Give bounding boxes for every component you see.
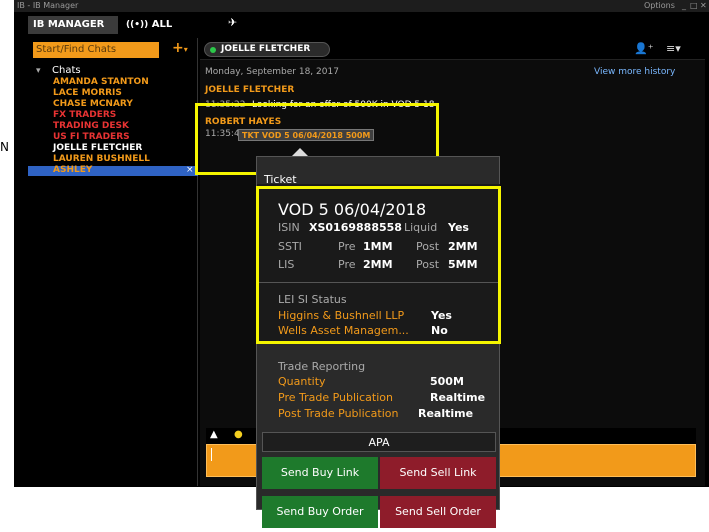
trade-reporting-header: Trade Reporting bbox=[278, 360, 366, 373]
apa-label: APA bbox=[262, 432, 496, 452]
bell-icon[interactable]: ▲ bbox=[210, 429, 218, 440]
options-menu[interactable]: Options bbox=[644, 0, 675, 12]
add-user-icon[interactable]: 👤⁺ bbox=[634, 42, 654, 55]
close-icon[interactable]: ✕ bbox=[700, 0, 707, 12]
message-sender: JOELLE FLETCHER bbox=[205, 85, 295, 95]
chats-group-label: Chats bbox=[52, 65, 81, 76]
text-cursor bbox=[211, 448, 212, 461]
minimize-icon[interactable]: _ bbox=[682, 0, 686, 12]
send-buy-order-button[interactable]: Send Buy Order bbox=[262, 496, 378, 528]
tab-bar bbox=[14, 12, 709, 34]
tr-label: Pre Trade Publication bbox=[278, 391, 393, 404]
send-sell-link-button[interactable]: Send Sell Link bbox=[380, 457, 496, 489]
tab-ib-manager[interactable]: IB MANAGER bbox=[28, 16, 118, 34]
maximize-icon[interactable]: □ bbox=[690, 0, 698, 12]
tr-value: Realtime bbox=[430, 391, 486, 404]
broadcast-icon: ((•)) bbox=[126, 20, 149, 30]
sidebar-chat-item[interactable]: LAUREN BUSHNELL bbox=[53, 154, 150, 164]
tr-label: Post Trade Publication bbox=[278, 407, 399, 420]
highlight-box-ticket bbox=[256, 186, 501, 344]
chevron-down-icon[interactable]: ▾ bbox=[36, 66, 41, 76]
view-history-link[interactable]: View more history bbox=[594, 67, 675, 78]
sidebar-chat-item[interactable]: LACE MORRIS bbox=[53, 88, 122, 98]
search-input[interactable]: Start/Find Chats bbox=[33, 42, 159, 58]
sidebar-chat-item[interactable]: FX TRADERS bbox=[53, 110, 116, 120]
popup-pointer bbox=[292, 148, 308, 156]
send-buy-link-button[interactable]: Send Buy Link bbox=[262, 457, 378, 489]
sidebar-chat-item[interactable]: US FI TRADERS bbox=[53, 132, 130, 142]
menu-icon[interactable]: ≡▾ bbox=[666, 42, 681, 55]
add-icon: + bbox=[172, 40, 184, 56]
tr-label: Quantity bbox=[278, 375, 326, 388]
send-sell-order-button[interactable]: Send Sell Order bbox=[380, 496, 496, 528]
clipped-label: N bbox=[0, 140, 9, 154]
tab-label: IB MANAGER bbox=[33, 19, 105, 30]
tr-value: Realtime bbox=[418, 407, 474, 420]
sidebar-chat-item[interactable]: CHASE MCNARY bbox=[53, 99, 133, 109]
participant-name: JOELLE FLETCHER bbox=[221, 44, 311, 54]
title-bar: IB - IB Manager Options _ □ ✕ bbox=[14, 0, 709, 12]
chat-date: Monday, September 18, 2017 bbox=[205, 67, 339, 77]
sidebar-chat-item[interactable]: TRADING DESK bbox=[53, 121, 129, 131]
sidebar-chat-item[interactable]: JOELLE FLETCHER bbox=[53, 143, 142, 153]
sidebar-chat-item[interactable]: ASHLEY bbox=[53, 165, 92, 175]
tab-all-chats[interactable]: ((•)) ALL CHATS bbox=[120, 16, 202, 48]
participant-tag[interactable]: JOELLE FLETCHER bbox=[204, 42, 330, 57]
close-chat-icon[interactable]: × bbox=[186, 165, 194, 175]
sidebar-chat-item[interactable]: AMANDA STANTON bbox=[53, 77, 149, 87]
tr-value: 500M bbox=[430, 375, 464, 388]
pin-icon[interactable]: ✈ bbox=[228, 16, 237, 29]
add-chat-button[interactable]: +▾ bbox=[172, 40, 188, 56]
lightbulb-icon[interactable]: ● bbox=[234, 429, 243, 440]
window-title: IB - IB Manager bbox=[17, 1, 79, 10]
online-status-icon bbox=[210, 47, 216, 53]
